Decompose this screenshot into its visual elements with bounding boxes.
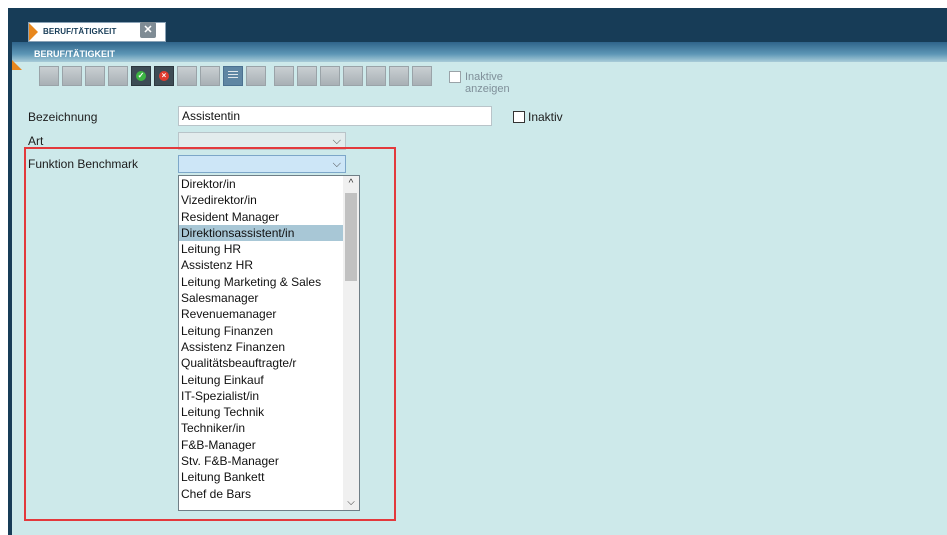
- dropdown-option[interactable]: Revenuemanager: [179, 306, 344, 322]
- list-icon: [228, 71, 238, 81]
- scrollbar[interactable]: ^ ⌵: [343, 176, 359, 510]
- cancel-icon: ×: [159, 71, 169, 81]
- dropdown-option[interactable]: Assistenz HR: [179, 257, 344, 273]
- funktion-dropdown-list: Direktor/in Vizedirektor/in Resident Manag…: [178, 175, 360, 511]
- bezeichnung-label: Bezeichnung: [28, 110, 98, 124]
- funktion-benchmark-select[interactable]: ⌵: [178, 155, 346, 173]
- toolbar-button-8[interactable]: [200, 66, 220, 86]
- inaktiv-label: Inaktiv: [528, 110, 563, 124]
- toolbar-button-7[interactable]: [177, 66, 197, 86]
- save-button[interactable]: ✓: [131, 66, 151, 86]
- toolbar-button-13[interactable]: [320, 66, 340, 86]
- section-header: BERUF/TÄTIGKEIT: [12, 42, 947, 62]
- dropdown-option[interactable]: Leitung Finanzen: [179, 323, 344, 339]
- dropdown-option[interactable]: Stv. F&B-Manager: [179, 453, 344, 469]
- dropdown-option[interactable]: Leitung Technik: [179, 404, 344, 420]
- show-inactive-label: Inaktive anzeigen: [465, 71, 510, 95]
- toolbar-button-16[interactable]: [389, 66, 409, 86]
- scrollbar-thumb[interactable]: [345, 193, 357, 281]
- dropdown-option[interactable]: Techniker/in: [179, 420, 344, 436]
- tab-flag-icon: [29, 23, 38, 41]
- delete-button[interactable]: ×: [154, 66, 174, 86]
- dropdown-option[interactable]: Qualitätsbeauftragte/r: [179, 355, 344, 371]
- bezeichnung-input[interactable]: Assistentin: [178, 106, 492, 126]
- toolbar-button-1[interactable]: [39, 66, 59, 86]
- dropdown-option[interactable]: Direktionsassistent/in: [179, 224, 344, 242]
- toolbar-button-2[interactable]: [62, 66, 82, 86]
- toolbar-button-15[interactable]: [366, 66, 386, 86]
- section-title: BERUF/TÄTIGKEIT: [34, 49, 115, 59]
- inaktiv-checkbox[interactable]: [513, 111, 525, 123]
- dropdown-option[interactable]: Direktor/in: [179, 176, 344, 192]
- art-label: Art: [28, 134, 44, 148]
- dropdown-option[interactable]: Leitung Marketing & Sales: [179, 274, 344, 290]
- dropdown-option[interactable]: Leitung HR: [179, 241, 344, 257]
- list-button[interactable]: [223, 66, 243, 86]
- dropdown-items: Direktor/in Vizedirektor/in Resident Manag…: [179, 176, 344, 502]
- toolbar-button-3[interactable]: [85, 66, 105, 86]
- show-inactive-checkbox[interactable]: [449, 71, 461, 83]
- tab-bar: BERUF/TÄTIGKEIT ✕: [8, 8, 947, 42]
- scroll-down-icon[interactable]: ⌵: [343, 496, 359, 510]
- dropdown-option[interactable]: Salesmanager: [179, 290, 344, 306]
- toolbar-button-10[interactable]: [246, 66, 266, 86]
- check-icon: ✓: [136, 71, 146, 81]
- dropdown-option[interactable]: Chef de Bars: [179, 486, 344, 502]
- dropdown-option[interactable]: Assistenz Finanzen: [179, 339, 344, 355]
- chevron-down-icon: ⌵: [332, 158, 341, 170]
- close-icon[interactable]: ✕: [140, 22, 156, 38]
- dropdown-option[interactable]: Leitung Bankett: [179, 469, 344, 485]
- toolbar-button-11[interactable]: [274, 66, 294, 86]
- scroll-up-icon[interactable]: ^: [343, 177, 359, 191]
- tab-label: BERUF/TÄTIGKEIT: [43, 27, 117, 36]
- toolbar-button-17[interactable]: [412, 66, 432, 86]
- toolbar-button-4[interactable]: [108, 66, 128, 86]
- toolbar-button-14[interactable]: [343, 66, 363, 86]
- dropdown-option[interactable]: Leitung Einkauf: [179, 372, 344, 388]
- toolbar-button-12[interactable]: [297, 66, 317, 86]
- funktion-benchmark-label: Funktion Benchmark: [28, 157, 139, 171]
- dropdown-option[interactable]: IT-Spezialist/in: [179, 388, 344, 404]
- dropdown-option[interactable]: Vizedirektor/in: [179, 192, 344, 208]
- corner-accent: [12, 60, 22, 70]
- dropdown-option[interactable]: F&B-Manager: [179, 437, 344, 453]
- dropdown-option[interactable]: Resident Manager: [179, 209, 344, 225]
